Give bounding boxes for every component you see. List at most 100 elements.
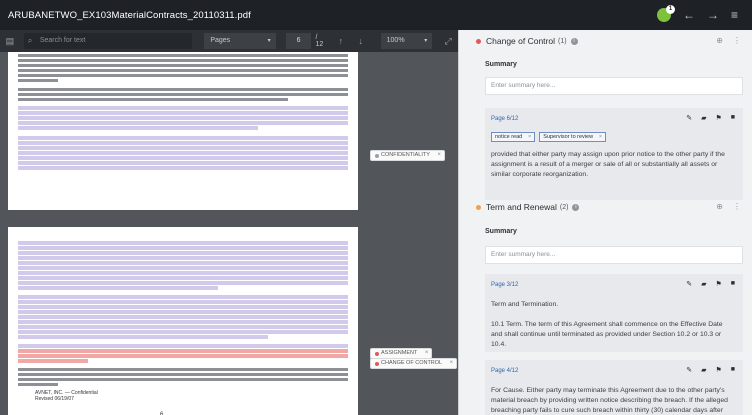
highlight[interactable] — [18, 251, 348, 255]
notification-badge: 1 — [665, 5, 675, 14]
close-icon[interactable]: × — [437, 151, 441, 160]
sidebar-toggle-icon[interactable]: ▤ — [0, 36, 20, 47]
section-name: Term and Renewal — [486, 202, 557, 212]
highlight[interactable] — [18, 136, 348, 140]
text-line — [18, 64, 348, 67]
highlight[interactable] — [18, 166, 348, 170]
text-line — [18, 93, 348, 96]
zoom-value: 100% — [386, 37, 405, 44]
highlight[interactable] — [18, 151, 348, 155]
annotation-tag[interactable]: CHANGE OF CONTROL × — [370, 358, 458, 369]
highlight[interactable] — [18, 320, 348, 324]
info-icon[interactable]: i — [570, 37, 578, 45]
highlight[interactable] — [18, 271, 348, 275]
flag-icon[interactable]: ⚑ — [715, 114, 721, 122]
highlight[interactable] — [18, 141, 348, 145]
highlight[interactable] — [18, 111, 348, 115]
highlight[interactable] — [18, 146, 348, 150]
delete-icon[interactable]: ■ — [731, 366, 735, 374]
highlight[interactable] — [18, 276, 348, 280]
zoom-select[interactable]: 100% ▾ — [380, 33, 433, 49]
highlight[interactable] — [18, 156, 348, 160]
clause-card[interactable]: Page 6/12 ✎ ▰ ⚑ ■ notice read × Supervis… — [485, 108, 743, 200]
close-icon[interactable]: × — [528, 133, 531, 141]
highlight[interactable] — [18, 266, 348, 270]
card-page-link[interactable]: Page 4/12 — [491, 368, 518, 374]
summary-input[interactable]: Enter summary here... — [485, 77, 743, 95]
tag-chip[interactable]: notice read × — [491, 132, 536, 142]
annotation-tag[interactable]: CONFIDENTIALITY × — [370, 150, 445, 161]
clause-title: Term and Termination. — [491, 301, 559, 308]
forward-arrow-icon[interactable]: → — [707, 8, 719, 22]
back-arrow-icon[interactable]: ← — [683, 8, 695, 22]
highlight[interactable] — [18, 295, 348, 299]
card-page-link[interactable]: Page 6/12 — [491, 116, 518, 122]
more-options-icon[interactable]: ⋮ — [733, 36, 741, 45]
comment-icon[interactable]: ▰ — [701, 366, 706, 374]
next-page-icon[interactable]: ↓ — [351, 36, 371, 46]
clause-card[interactable]: Page 4/12 ✎ ▰ ⚑ ■ For Cause. Either part… — [485, 360, 743, 415]
section-header-term-and-renewal[interactable]: Term and Renewal (2) i ⊕ ⋮ — [459, 196, 752, 218]
more-options-icon[interactable]: ⋮ — [733, 202, 741, 211]
highlight[interactable] — [18, 256, 348, 260]
info-icon[interactable]: i — [572, 203, 580, 211]
user-avatar[interactable]: 1 — [656, 5, 675, 22]
text-line — [18, 98, 288, 101]
red-highlight[interactable] — [18, 359, 88, 363]
highlight[interactable] — [18, 300, 348, 304]
tag-color-dot — [375, 154, 379, 158]
edit-icon[interactable]: ✎ — [686, 280, 692, 288]
highlight[interactable] — [18, 315, 348, 319]
close-icon[interactable]: × — [425, 349, 429, 358]
flag-icon[interactable]: ⚑ — [715, 366, 721, 374]
close-icon[interactable]: × — [450, 359, 454, 368]
view-mode-select[interactable]: Pages ▾ — [204, 33, 276, 49]
tag-chip[interactable]: Supervisor to review × — [539, 132, 607, 142]
highlight[interactable] — [18, 286, 218, 290]
highlight[interactable] — [18, 310, 348, 314]
highlight[interactable] — [18, 281, 348, 285]
text-line — [18, 383, 58, 386]
delete-icon[interactable]: ■ — [731, 114, 735, 122]
highlight[interactable] — [18, 261, 348, 265]
highlight[interactable] — [18, 126, 258, 130]
highlight[interactable] — [18, 241, 348, 245]
search-input[interactable]: ⌕ Search for text — [23, 33, 193, 49]
highlight[interactable] — [18, 335, 268, 339]
section-color-dot — [476, 38, 481, 44]
highlight[interactable] — [18, 106, 348, 110]
edit-icon[interactable]: ✎ — [686, 114, 692, 122]
clause-text: 10.1 Term. The term of this Agreement sh… — [491, 321, 723, 348]
section-header-change-of-control[interactable]: Change of Control (1) i ⊕ ⋮ — [459, 30, 752, 52]
flag-icon[interactable]: ⚑ — [715, 280, 721, 288]
section-name: Change of Control — [486, 36, 555, 46]
red-highlight[interactable] — [18, 354, 348, 358]
summary-input[interactable]: Enter summary here... — [485, 246, 743, 264]
card-page-link[interactable]: Page 3/12 — [491, 282, 518, 288]
more-icon[interactable]: ≡ — [731, 8, 738, 22]
comment-icon[interactable]: ▰ — [701, 280, 706, 288]
clause-card[interactable]: Page 3/12 ✎ ▰ ⚑ ■ Term and Termination. … — [485, 274, 743, 352]
highlight[interactable] — [18, 305, 348, 309]
text-line — [18, 88, 348, 91]
add-icon[interactable]: ⊕ — [716, 202, 723, 211]
text-line — [18, 74, 348, 77]
expand-icon[interactable]: ⤢ — [438, 36, 458, 47]
highlight[interactable] — [18, 161, 348, 165]
tag-chip-label: Supervisor to review — [543, 134, 594, 140]
comment-icon[interactable]: ▰ — [701, 114, 706, 122]
edit-icon[interactable]: ✎ — [686, 366, 692, 374]
close-icon[interactable]: × — [599, 133, 602, 141]
previous-page-icon[interactable]: ↑ — [331, 36, 351, 46]
highlight[interactable] — [18, 246, 348, 250]
highlight[interactable] — [18, 116, 348, 120]
delete-icon[interactable]: ■ — [731, 280, 735, 288]
page-number-input[interactable]: 6 — [285, 33, 312, 49]
clause-panel: Change of Control (1) i ⊕ ⋮ Summary Ente… — [458, 30, 752, 415]
highlight[interactable] — [18, 325, 348, 329]
highlight[interactable] — [18, 344, 348, 348]
highlight[interactable] — [18, 330, 348, 334]
red-highlight[interactable] — [18, 349, 348, 353]
highlight[interactable] — [18, 121, 348, 125]
add-icon[interactable]: ⊕ — [716, 36, 723, 45]
